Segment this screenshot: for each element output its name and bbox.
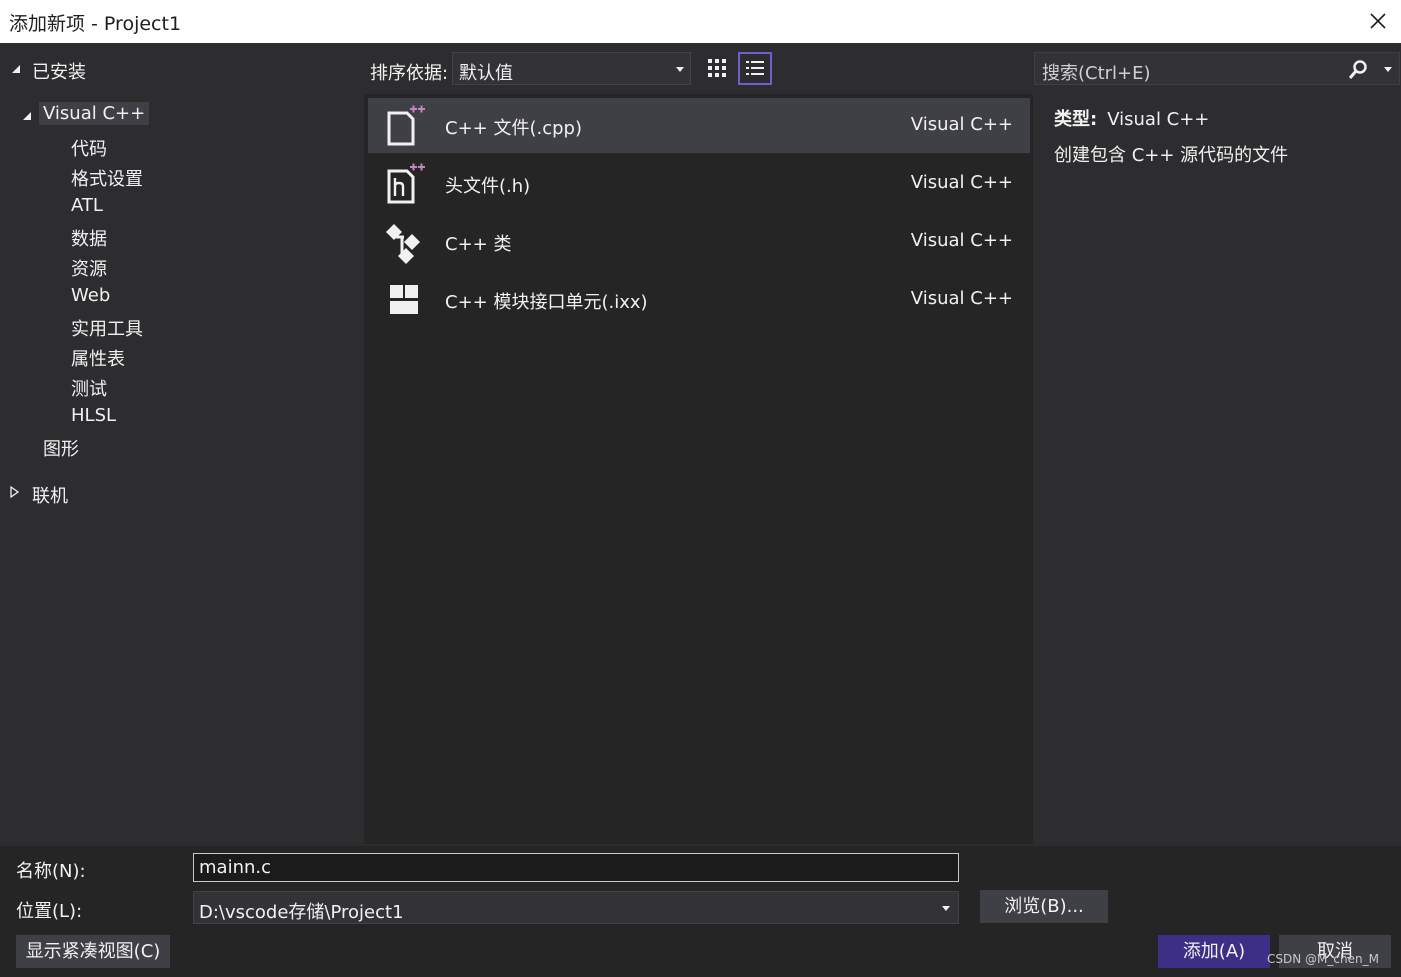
grid-view-button[interactable] [700,52,734,85]
chevron-down-icon [676,67,684,72]
browse-button[interactable]: 浏览(B)... [980,890,1108,923]
tree-item-test[interactable]: 测试 [71,375,107,401]
template-item-cpp-file[interactable]: C++ 文件(.cpp) Visual C++ [368,98,1030,153]
tree-item-visual-cpp[interactable]: Visual C++ [39,102,150,125]
chevron-down-icon [942,906,950,911]
close-icon[interactable] [1363,6,1393,36]
template-name: C++ 文件(.cpp) [445,118,582,139]
class-icon [386,224,420,264]
tree-item-data[interactable]: 数据 [71,225,107,251]
template-item-module[interactable]: C++ 模块接口单元(.ixx) Visual C++ [368,272,1030,327]
search-box[interactable]: 搜索(Ctrl+E) [1034,52,1400,85]
add-button[interactable]: 添加(A) [1158,935,1270,968]
tree-item-installed[interactable]: 已安装 [32,58,86,84]
template-item-header-file[interactable]: 头文件(.h) Visual C++ [368,156,1030,211]
tree-item-online[interactable]: 联机 [32,482,68,508]
collapse-caret-icon[interactable] [21,110,33,122]
tree-item-resource[interactable]: 资源 [71,255,107,281]
template-name: C++ 模块接口单元(.ixx) [445,292,648,313]
name-input[interactable] [193,853,959,882]
sort-dropdown[interactable]: 默认值 [452,52,691,85]
location-label: 位置(L): [16,901,83,922]
header-file-icon [387,163,425,204]
tree-item-hlsl[interactable]: HLSL [71,405,116,426]
tree-item-property-sheets[interactable]: 属性表 [71,345,125,371]
template-language: Visual C++ [910,230,1013,251]
module-icon [390,285,418,314]
template-language: Visual C++ [910,288,1013,309]
tree-item-utility[interactable]: 实用工具 [71,315,143,341]
watermark: CSDN @M_chen_M [1267,952,1379,966]
cpp-file-icon [387,105,425,146]
title-bar: 添加新项 - Project1 [0,0,1401,43]
detail-description: 创建包含 C++ 源代码的文件 [1054,145,1289,166]
list-view-icon [746,61,764,75]
tree-item-graphics[interactable]: 图形 [43,435,79,461]
tree-item-atl[interactable]: ATL [71,195,103,216]
tree-item-formatting[interactable]: 格式设置 [71,165,143,191]
search-icon[interactable] [1347,59,1369,81]
collapse-caret-icon[interactable] [10,63,22,75]
compact-view-button[interactable]: 显示紧凑视图(C) [16,935,170,968]
template-language: Visual C++ [910,172,1013,193]
detail-type-label: 类型: [1054,109,1098,130]
location-dropdown[interactable]: D:\vscode存储\Project1 [193,891,959,924]
sort-value: 默认值 [459,63,513,84]
list-view-button[interactable] [738,52,772,85]
window-title: 添加新项 - Project1 [9,13,182,35]
template-name: 头文件(.h) [445,176,531,197]
detail-type: 类型: Visual C++ [1054,105,1209,131]
template-language: Visual C++ [910,114,1013,135]
category-tree: 已安装 Visual C++ 代码 格式设置 ATL 数据 资源 Web 实用工… [0,43,364,846]
tree-item-web[interactable]: Web [71,285,110,306]
grid-view-icon [708,59,726,77]
chevron-down-icon[interactable] [1384,67,1392,72]
template-name: C++ 类 [445,234,512,255]
search-placeholder: 搜索(Ctrl+E) [1042,63,1151,84]
name-label: 名称(N): [16,861,86,882]
template-item-cpp-class[interactable]: C++ 类 Visual C++ [368,214,1030,269]
location-value: D:\vscode存储\Project1 [199,902,404,923]
detail-type-value: Visual C++ [1107,109,1210,130]
tree-item-code[interactable]: 代码 [71,135,107,161]
expand-caret-icon[interactable] [9,486,21,498]
template-list: C++ 文件(.cpp) Visual C++ 头文件(.h) Visual C… [364,94,1033,844]
sort-label: 排序依据: [370,63,449,84]
